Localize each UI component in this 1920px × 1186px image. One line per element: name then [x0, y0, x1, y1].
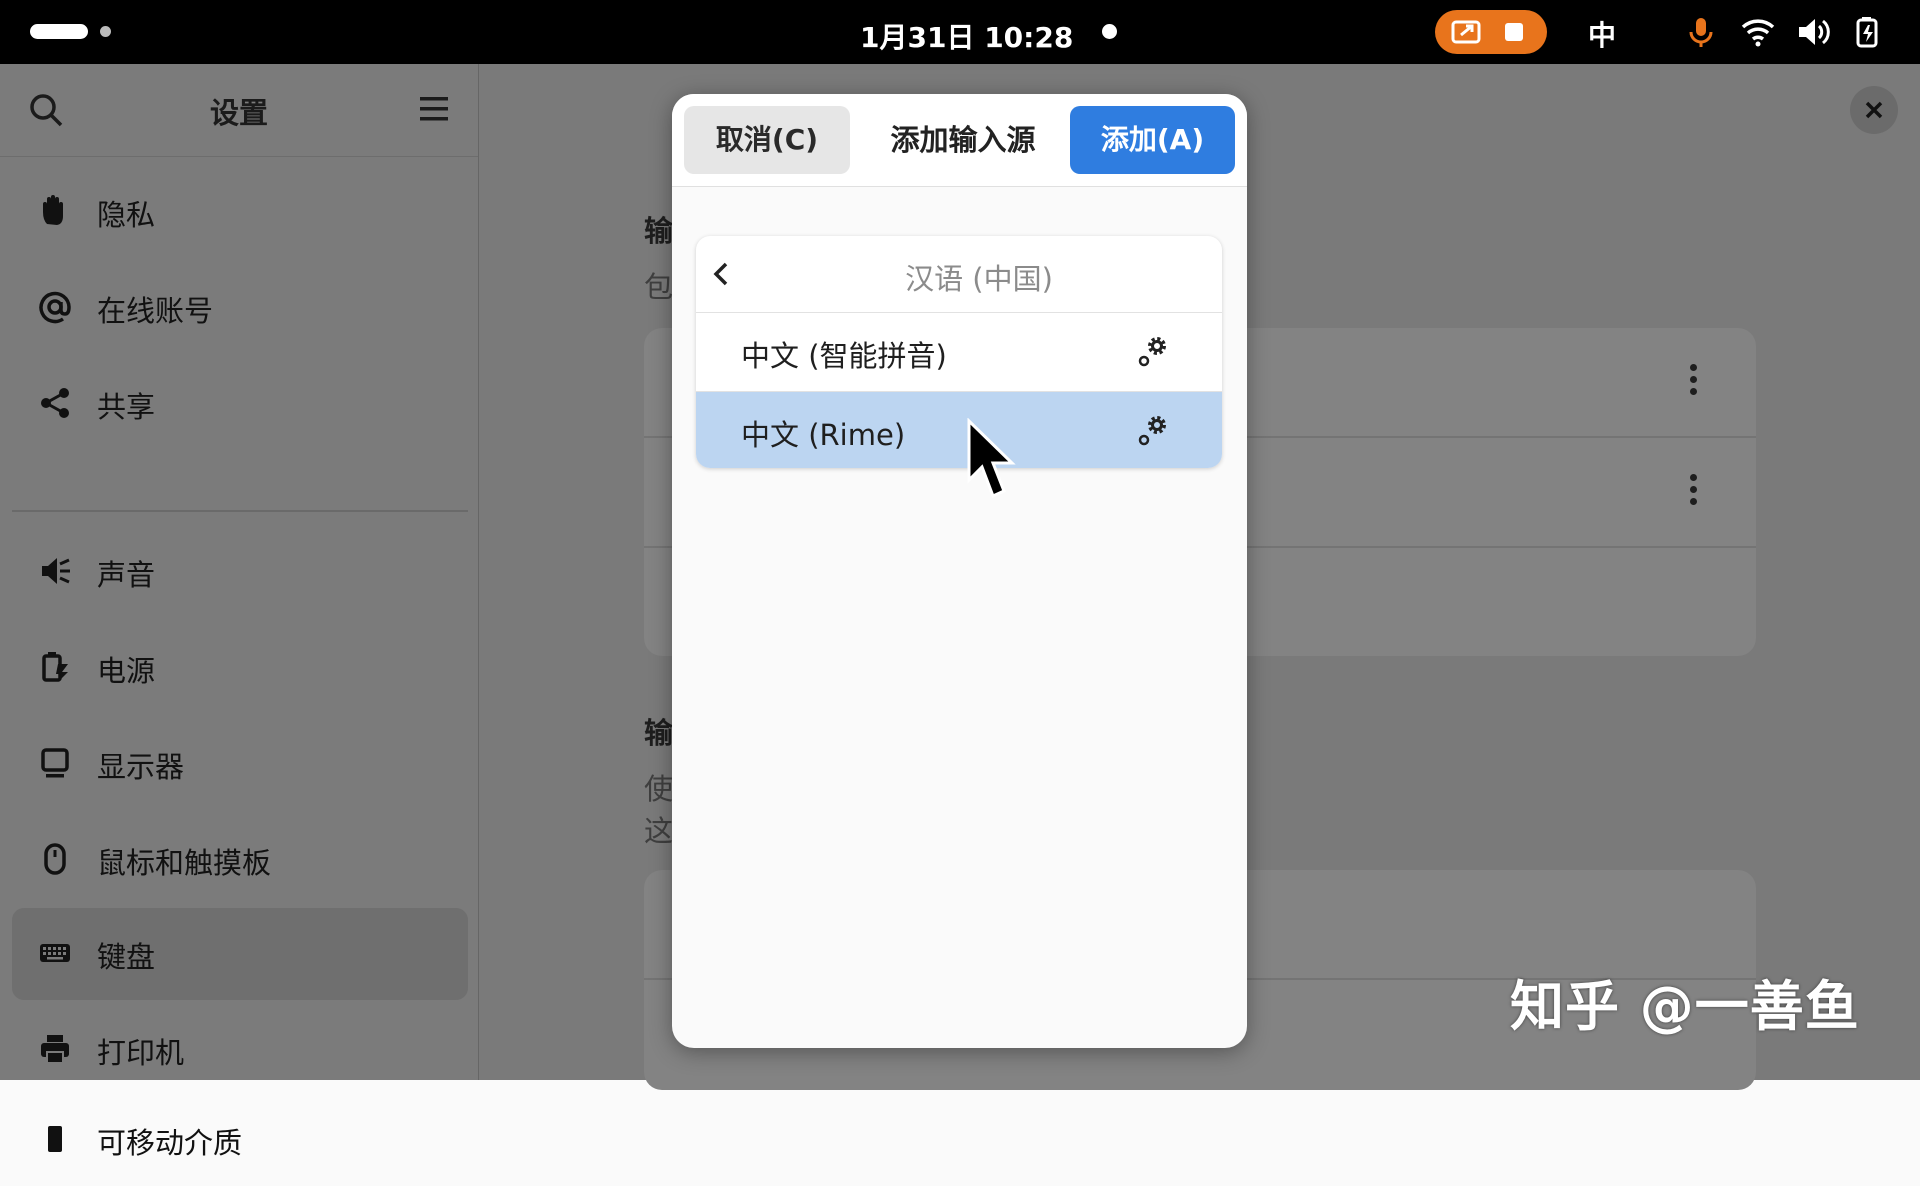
at-icon — [39, 291, 71, 324]
clock[interactable]: 1月31日 10:28 — [860, 16, 1073, 56]
dialog-header: 取消(C) 添加输入源 添加(A) — [672, 94, 1247, 187]
window-close-button[interactable] — [1850, 86, 1898, 134]
sidebar-item-label: 电源 — [97, 654, 156, 688]
option-label: 中文 (智能拼音) — [741, 339, 947, 373]
sidebar-item-label: 打印机 — [97, 1036, 185, 1070]
sidebar-item-removable-media[interactable]: 可移动介质 — [12, 1094, 468, 1186]
mouse-icon — [44, 843, 66, 875]
keyboard-icon — [40, 944, 70, 962]
sidebar-item-sharing[interactable]: 共享 — [12, 358, 468, 450]
section-heading-input-sources: 输 — [644, 214, 674, 248]
display-icon — [41, 748, 69, 778]
speaker-icon — [42, 558, 70, 584]
sidebar-item-label: 显示器 — [97, 750, 185, 784]
menu-icon[interactable] — [418, 94, 450, 124]
row-menu-icon[interactable] — [1688, 364, 1698, 404]
input-source-option-rime[interactable]: 中文 (Rime) — [696, 391, 1222, 468]
close-icon — [1865, 101, 1883, 119]
sidebar-item-power[interactable]: 电源 — [12, 622, 468, 714]
row-menu-icon[interactable] — [1688, 474, 1698, 514]
sidebar-item-label: 在线账号 — [97, 294, 214, 328]
language-title: 汉语 (中国) — [905, 262, 1053, 296]
input-source-option-intelligent-pinyin[interactable]: 中文 (智能拼音) — [696, 313, 1222, 391]
wifi-icon[interactable] — [1740, 14, 1776, 50]
section-description-line2: 这 — [644, 814, 674, 848]
sidebar-header: 设置 — [0, 64, 478, 157]
screen-recording-indicator[interactable] — [1435, 10, 1547, 54]
mouse-pointer-icon — [967, 418, 1016, 499]
stop-icon[interactable] — [1505, 23, 1523, 41]
watermark-text: 知乎 @一善鱼 — [1510, 975, 1860, 1038]
sidebar-item-label: 声音 — [97, 558, 156, 592]
gear-icon — [1138, 416, 1166, 446]
sidebar-item-label: 鼠标和触摸板 — [97, 846, 272, 880]
cancel-button[interactable]: 取消(C) — [684, 106, 850, 174]
input-method-indicator[interactable]: 中 — [1588, 14, 1616, 54]
usb-icon — [48, 1126, 62, 1152]
hand-icon — [43, 195, 63, 225]
share-icon — [41, 388, 69, 418]
input-source-list: 汉语 (中国) 中文 (智能拼音) 中文 (Rime) — [696, 236, 1222, 468]
notification-dot — [1102, 24, 1117, 39]
sidebar-item-displays[interactable]: 显示器 — [12, 718, 468, 810]
volume-icon[interactable] — [1795, 14, 1831, 50]
sidebar-item-label: 键盘 — [97, 940, 156, 974]
activities-indicator[interactable] — [30, 24, 88, 39]
screencast-icon — [1451, 20, 1481, 44]
sidebar-item-keyboard[interactable]: 键盘 — [12, 908, 468, 1000]
sidebar-item-label: 共享 — [97, 390, 156, 424]
sidebar-item-label: 可移动介质 — [97, 1126, 243, 1160]
section-heading-input-switching: 输 — [644, 716, 674, 750]
dialog-title: 添加输入源 — [890, 123, 1036, 157]
section-description-line1: 使 — [644, 772, 674, 806]
option-label: 中文 (Rime) — [741, 418, 906, 452]
sidebar-divider — [12, 510, 468, 512]
settings-sidebar: 设置 隐私 在线账号 共享 声音 电源 显示器 鼠标和触摸板 键盘 打印机 可移… — [0, 64, 479, 1160]
microphone-icon[interactable] — [1683, 14, 1719, 50]
gear-icon — [1138, 337, 1166, 367]
sidebar-item-online-accounts[interactable]: 在线账号 — [12, 262, 468, 354]
sidebar-item-label: 隐私 — [97, 198, 156, 232]
section-description: 包 — [644, 270, 674, 304]
workspace-dot[interactable] — [100, 26, 111, 37]
add-button[interactable]: 添加(A) — [1070, 106, 1235, 174]
printer-icon — [41, 1035, 69, 1064]
add-input-source-dialog: 取消(C) 添加输入源 添加(A) 汉语 (中国) 中文 (智能拼音) 中文 (… — [672, 94, 1247, 1048]
sidebar-title: 设置 — [209, 96, 268, 130]
sidebar-item-sound[interactable]: 声音 — [12, 526, 468, 618]
power-icon — [42, 652, 68, 682]
sidebar-item-printers[interactable]: 打印机 — [12, 1004, 468, 1096]
sidebar-item-privacy[interactable]: 隐私 — [12, 166, 468, 258]
top-bar: 1月31日 10:28 中 — [0, 0, 1920, 64]
sidebar-item-mouse-touchpad[interactable]: 鼠标和触摸板 — [12, 814, 468, 906]
language-header: 汉语 (中国) — [696, 236, 1222, 313]
battery-icon[interactable] — [1852, 14, 1888, 50]
